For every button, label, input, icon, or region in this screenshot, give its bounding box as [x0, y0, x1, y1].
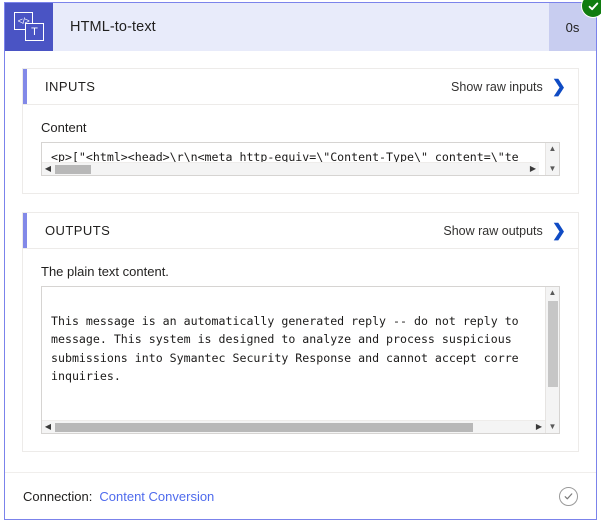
- show-raw-inputs-button[interactable]: Show raw inputs ❯: [451, 78, 566, 95]
- scroll-up-icon[interactable]: ▲: [546, 143, 559, 155]
- inputs-content: Content <p>["<html><head>\r\n<meta http-…: [23, 105, 578, 193]
- inputs-section: INPUTS Show raw inputs ❯ Content <p>["<h…: [22, 68, 579, 194]
- plain-text-field-label: The plain text content.: [41, 264, 169, 279]
- output-line: message. This system is designed to anal…: [51, 332, 512, 346]
- content-input-box[interactable]: <p>["<html><head>\r\n<meta http-equiv=\"…: [41, 142, 560, 176]
- action-title: HTML-to-text: [70, 19, 156, 35]
- hscroll-thumb[interactable]: [55, 165, 91, 174]
- icon-glyph: </> T: [14, 12, 44, 42]
- output-vertical-scrollbar[interactable]: ▲ ▼: [545, 287, 559, 433]
- connection-link[interactable]: Content Conversion: [99, 489, 214, 504]
- inputs-accent-bar: [23, 69, 27, 104]
- action-card-body: INPUTS Show raw inputs ❯ Content <p>["<h…: [5, 52, 596, 452]
- scroll-down-icon[interactable]: ▼: [546, 421, 559, 433]
- scroll-right-icon[interactable]: ▶: [527, 163, 539, 175]
- scroll-left-icon[interactable]: ◀: [42, 163, 54, 175]
- output-line: submissions into Symantec Security Respo…: [51, 350, 519, 365]
- output-line: inquiries.: [51, 369, 121, 383]
- scroll-up-icon[interactable]: ▲: [546, 287, 559, 299]
- outputs-header: OUTPUTS Show raw outputs ❯: [23, 213, 578, 249]
- action-card-header[interactable]: </> T HTML-to-text 0s: [5, 0, 601, 52]
- outputs-content: The plain text content. This message is …: [23, 249, 578, 451]
- connection-label: Connection:: [23, 488, 93, 504]
- html-to-text-icon: </> T: [5, 3, 53, 51]
- plain-text-output-box[interactable]: This message is an automatically generat…: [41, 286, 560, 434]
- hscroll-thumb[interactable]: [55, 423, 473, 432]
- content-vertical-scrollbar[interactable]: ▲ ▼: [545, 143, 559, 175]
- chevron-right-icon: ❯: [551, 77, 566, 96]
- inputs-label: INPUTS: [45, 79, 96, 94]
- show-raw-inputs-label: Show raw inputs: [451, 79, 543, 94]
- output-horizontal-scrollbar[interactable]: ◀ ▶: [42, 420, 545, 433]
- check-circle-outline-icon: [559, 486, 578, 506]
- plain-text-output-value: This message is an automatically generat…: [42, 287, 545, 433]
- vscroll-thumb[interactable]: [548, 301, 558, 387]
- inputs-header: INPUTS Show raw inputs ❯: [23, 69, 578, 105]
- content-field-label: Content: [41, 120, 87, 135]
- outputs-section: OUTPUTS Show raw outputs ❯ The plain tex…: [22, 212, 579, 452]
- output-line: This message is an automatically generat…: [51, 313, 519, 328]
- show-raw-outputs-button[interactable]: Show raw outputs ❯: [443, 222, 566, 239]
- content-horizontal-scrollbar[interactable]: ◀ ▶: [42, 162, 539, 175]
- text-square-icon: T: [25, 23, 44, 41]
- connection-footer: Connection: Content Conversion: [5, 472, 596, 519]
- scroll-left-icon[interactable]: ◀: [42, 421, 54, 433]
- outputs-accent-bar: [23, 213, 27, 248]
- scroll-down-icon[interactable]: ▼: [546, 163, 559, 175]
- chevron-right-icon: ❯: [551, 221, 566, 240]
- outputs-label: OUTPUTS: [45, 223, 111, 238]
- scroll-right-icon[interactable]: ▶: [533, 421, 545, 433]
- show-raw-outputs-label: Show raw outputs: [443, 223, 543, 238]
- action-card: </> T HTML-to-text 0s INPUTS Show raw in…: [4, 0, 601, 520]
